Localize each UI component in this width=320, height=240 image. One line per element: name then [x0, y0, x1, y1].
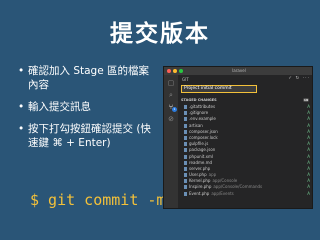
file-name: package.json — [189, 147, 216, 153]
file-icon — [184, 173, 187, 178]
file-list-item[interactable]: Event.php app/Events A — [184, 191, 310, 197]
file-icon — [184, 154, 187, 159]
file-name: Event.php — [189, 190, 210, 196]
file-name: composer.json — [189, 128, 218, 134]
bullet-item: 輸入提交訊息 — [18, 100, 153, 114]
file-name: artisan — [189, 122, 203, 128]
staged-changes-header[interactable]: STAGED CHANGES 19 — [181, 97, 311, 103]
changes-count-badge: 19 — [303, 98, 309, 102]
file-name: phpunit.xml — [189, 153, 214, 159]
file-icon — [184, 160, 187, 165]
file-status: A — [307, 172, 310, 178]
file-icon — [184, 148, 187, 153]
file-status: A — [307, 184, 310, 190]
file-status: A — [307, 190, 310, 196]
file-status: A — [307, 147, 310, 153]
file-name: readme.md — [189, 159, 213, 165]
debug-icon[interactable]: ⊘ — [167, 115, 175, 123]
title-bar: laravel — [164, 67, 312, 75]
file-name: gulpfile.js — [189, 141, 209, 147]
file-status: A — [307, 128, 310, 134]
source-control-badge: 1 — [172, 107, 177, 112]
file-icon — [184, 111, 187, 116]
editor-window: laravel ▢ ⌕ ⑂ 1 ⊘ GIT ✓ ↻ ··· Project in… — [163, 66, 313, 209]
file-name: composer.lock — [189, 134, 218, 140]
file-status: A — [307, 122, 310, 128]
file-icon — [184, 123, 187, 128]
bullet-item: 確認加入 Stage 區的檔案內容 — [18, 64, 153, 92]
file-icon — [184, 117, 187, 122]
file-name: User.php — [189, 172, 207, 178]
file-status: A — [307, 134, 310, 140]
file-list: .gitattributes A .gitignore A .env.example Aa… — [184, 104, 310, 197]
file-name: Kernel.php — [189, 178, 211, 184]
file-status: A — [307, 116, 310, 122]
scm-header: GIT — [182, 77, 189, 82]
file-icon — [184, 142, 187, 147]
file-icon — [184, 166, 187, 171]
git-command: $ git commit -m — [30, 191, 166, 209]
source-control-panel: GIT ✓ ↻ ··· Project initial commit STAGE… — [178, 75, 312, 208]
file-dir: app/Events — [211, 190, 234, 196]
file-status: A — [307, 141, 310, 147]
window-title: laravel — [232, 68, 246, 73]
file-status: A — [307, 110, 310, 116]
file-name: .env.example — [189, 116, 216, 122]
file-status: A — [307, 178, 310, 184]
bullet-list: 確認加入 Stage 區的檔案內容 輸入提交訊息 按下打勾按鈕確認提交 (快速鍵… — [18, 64, 153, 158]
commit-message-input[interactable]: Project initial commit — [181, 85, 257, 93]
explorer-icon[interactable]: ▢ — [167, 79, 175, 87]
file-icon — [184, 129, 187, 134]
file-dir: app/Console — [212, 178, 238, 184]
search-icon[interactable]: ⌕ — [167, 91, 175, 99]
file-icon — [184, 135, 187, 140]
file-status: A — [307, 165, 310, 171]
slide-title: 提交版本 — [110, 21, 210, 47]
file-status: A — [307, 153, 310, 159]
file-dir: app — [208, 172, 217, 178]
staged-changes-label: STAGED CHANGES — [181, 98, 217, 102]
bullet-item: 按下打勾按鈕確認提交 (快速鍵 ⌘ + Enter) — [18, 122, 153, 150]
file-icon — [184, 191, 187, 196]
activity-bar: ▢ ⌕ ⑂ 1 ⊘ — [164, 75, 178, 208]
file-icon — [184, 185, 187, 190]
scm-actions[interactable]: ✓ ↻ ··· — [288, 76, 310, 81]
file-status: A — [307, 159, 310, 165]
file-icon — [184, 179, 187, 184]
file-icon — [184, 105, 187, 109]
file-dir: app/Console/Commands — [213, 184, 263, 190]
file-name: Inspire.php — [189, 184, 212, 190]
file-status: A — [307, 104, 310, 109]
file-name: server.php — [189, 165, 211, 171]
file-name: .gitignore — [189, 110, 209, 116]
file-name: .gitattributes — [189, 104, 216, 109]
